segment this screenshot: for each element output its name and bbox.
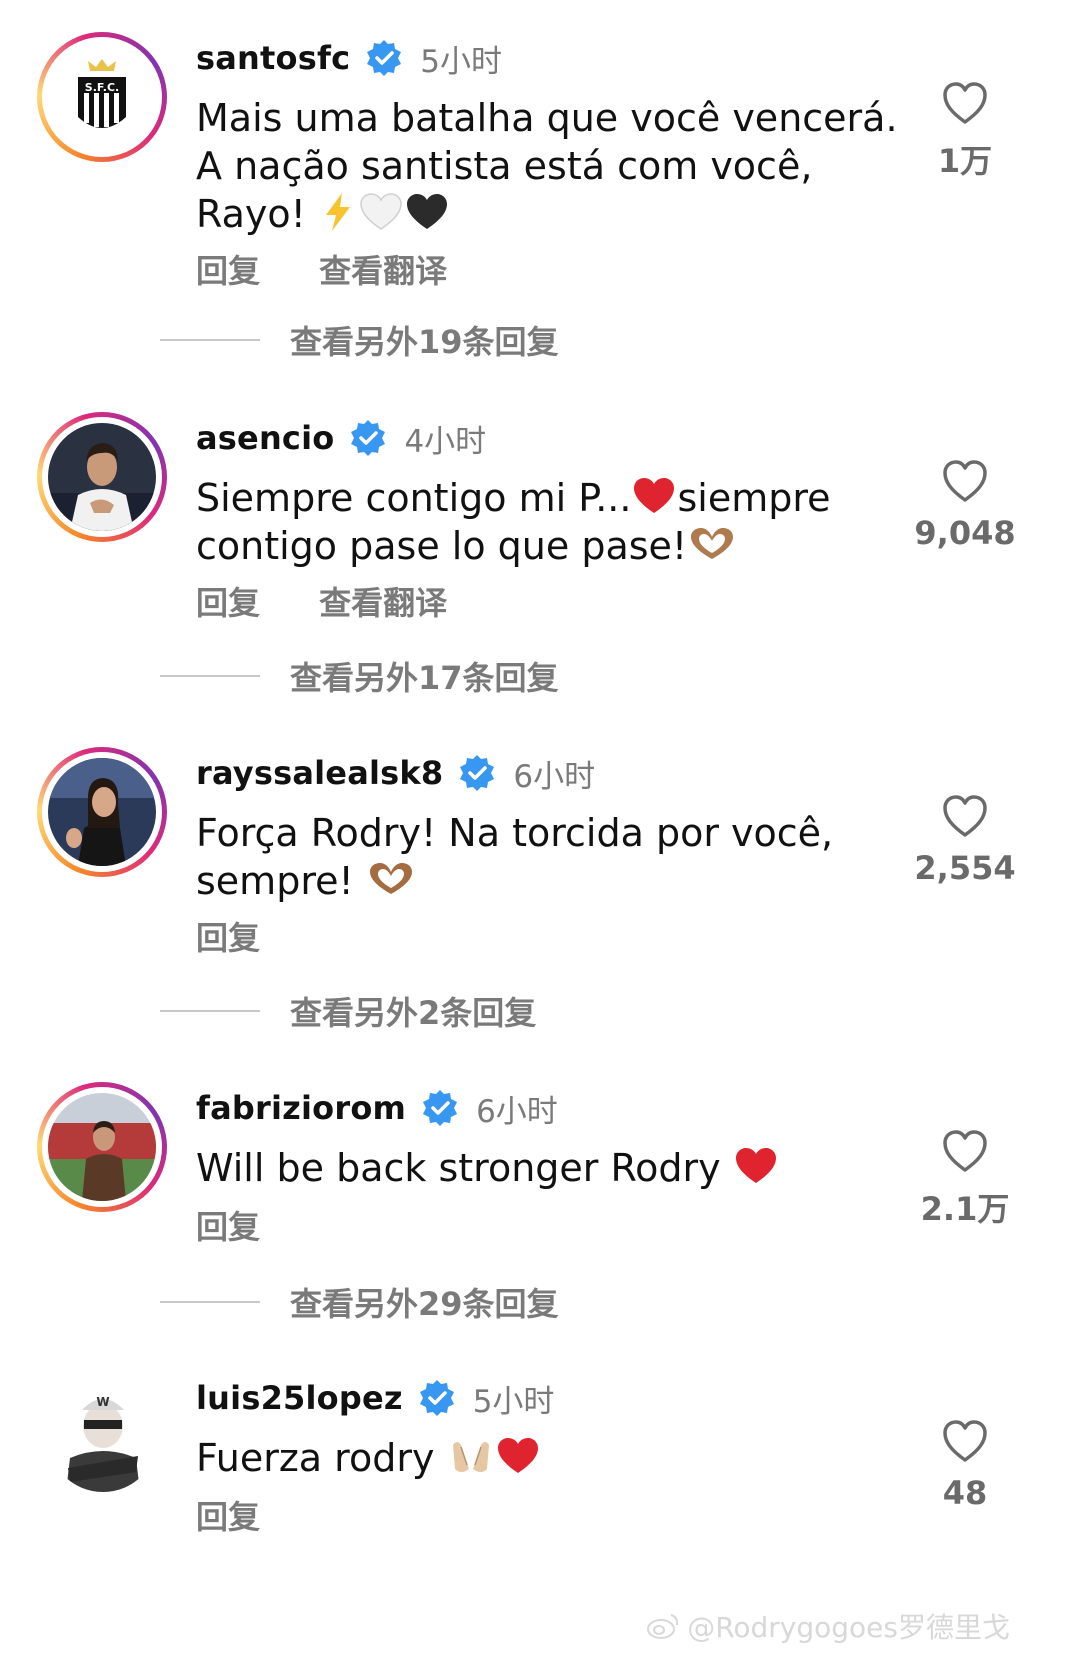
see-translation-button[interactable]: 查看翻译 (319, 584, 447, 622)
timestamp: 5小时 (420, 43, 502, 80)
like-area: 48 (910, 1418, 1020, 1512)
comment-actions: 回复 查看翻译 (196, 578, 495, 624)
verified-badge-icon (419, 1380, 454, 1416)
timestamp: 6小时 (513, 758, 596, 795)
comment-header: asencio 4小时 (196, 414, 486, 462)
like-area: 1万 (910, 80, 1020, 182)
reply-button[interactable]: 回复 (196, 1498, 260, 1536)
watermark-text: @Rodrygogoes罗德里戈 (687, 1611, 1010, 1644)
comment-header: fabriziorom 6小时 (196, 1084, 558, 1132)
lightning-emoji-icon (325, 193, 350, 231)
man-stadium-avatar (48, 1093, 156, 1201)
comment-actions: 回复 (196, 1202, 308, 1248)
verified-badge-icon (423, 1090, 458, 1126)
like-area: 9,048 (910, 458, 1020, 552)
black-heart-emoji-icon (406, 194, 447, 229)
woman-avatar (48, 758, 156, 866)
player-avatar (48, 423, 156, 531)
divider (160, 1010, 260, 1012)
divider (160, 1301, 260, 1303)
comment-actions: 回复 (196, 913, 308, 959)
open-hands-emoji-icon (452, 1442, 489, 1472)
comment-text: Força Rodry! Na torcida por você, sempre… (196, 811, 834, 903)
timestamp: 6小时 (476, 1093, 558, 1130)
like-area: 2.1万 (910, 1128, 1020, 1230)
view-more-replies-label: 查看另外19条回复 (290, 323, 559, 361)
verified-badge-icon (367, 40, 402, 76)
comment-text: Will be back stronger Rodry (196, 1144, 916, 1192)
red-heart-emoji-icon (735, 1148, 776, 1183)
like-count: 2,554 (914, 849, 1016, 887)
see-translation-button[interactable]: 查看翻译 (319, 252, 447, 290)
cartoon-character-avatar: W (48, 1382, 158, 1492)
comment-actions: 回复 (196, 1492, 308, 1538)
view-more-replies[interactable]: 查看另外17条回复 (160, 656, 559, 697)
comment-header: rayssalealsk8 6小时 (196, 749, 595, 797)
view-more-replies-label: 查看另外17条回复 (290, 659, 559, 697)
svg-text:S.F.C.: S.F.C. (85, 81, 119, 94)
heart-hands-emoji-icon (691, 528, 734, 559)
avatar[interactable]: W (48, 1382, 158, 1492)
avatar[interactable]: S.F.C. (37, 32, 167, 162)
verified-badge-icon (351, 420, 386, 456)
view-more-replies-label: 查看另外2条回复 (290, 994, 537, 1032)
heart-outline-icon[interactable] (941, 793, 989, 839)
username[interactable]: asencio (196, 419, 334, 457)
like-area: 2,554 (910, 793, 1020, 887)
comment-actions: 回复 查看翻译 (196, 246, 495, 292)
username[interactable]: luis25lopez (196, 1379, 403, 1417)
weibo-icon (647, 1614, 679, 1639)
weibo-watermark: @Rodrygogoes罗德里戈 (645, 1606, 1010, 1646)
like-count: 2.1万 (920, 1190, 1010, 1228)
heart-outline-icon[interactable] (941, 458, 989, 504)
divider (160, 339, 260, 341)
like-count: 9,048 (914, 514, 1016, 552)
view-more-replies[interactable]: 查看另外2条回复 (160, 991, 537, 1032)
view-more-replies[interactable]: 查看另外19条回复 (160, 320, 559, 361)
red-heart-emoji-icon (634, 478, 675, 513)
like-count: 1万 (937, 142, 993, 180)
avatar[interactable] (37, 747, 167, 877)
divider (160, 675, 260, 677)
timestamp: 5小时 (472, 1383, 555, 1420)
reply-button[interactable]: 回复 (196, 252, 260, 290)
verified-badge-icon (460, 755, 495, 791)
reply-button[interactable]: 回复 (196, 919, 260, 957)
comment-header: santosfc 5小时 (196, 34, 502, 82)
comment-text: Mais uma batalha que você vencerá. A naç… (196, 96, 898, 236)
avatar[interactable] (37, 412, 167, 542)
heart-outline-icon[interactable] (941, 1128, 989, 1174)
comment-text: Fuerza rodry (196, 1434, 916, 1482)
view-more-replies[interactable]: 查看另外29条回复 (160, 1282, 559, 1323)
heart-outline-icon[interactable] (941, 80, 989, 126)
heart-outline-icon[interactable] (941, 1418, 989, 1464)
comment-header: luis25lopez 5小时 (196, 1374, 554, 1422)
reply-button[interactable]: 回复 (196, 584, 260, 622)
santos-crest-avatar: S.F.C. (48, 43, 156, 151)
avatar[interactable] (37, 1082, 167, 1212)
timestamp: 4小时 (404, 423, 487, 460)
heart-hands-emoji-icon (369, 863, 412, 894)
view-more-replies-label: 查看另外29条回复 (290, 1285, 559, 1323)
svg-text:W: W (96, 1395, 109, 1409)
comment-text: Siempre contigo mi P... siempre contigo p… (196, 476, 831, 568)
username[interactable]: rayssalealsk8 (196, 754, 443, 792)
reply-button[interactable]: 回复 (196, 1208, 260, 1246)
white-heart-emoji-icon (360, 193, 402, 230)
like-count: 48 (942, 1474, 988, 1512)
username[interactable]: fabriziorom (196, 1089, 406, 1127)
username[interactable]: santosfc (196, 39, 350, 77)
red-heart-emoji-icon (497, 1438, 538, 1473)
